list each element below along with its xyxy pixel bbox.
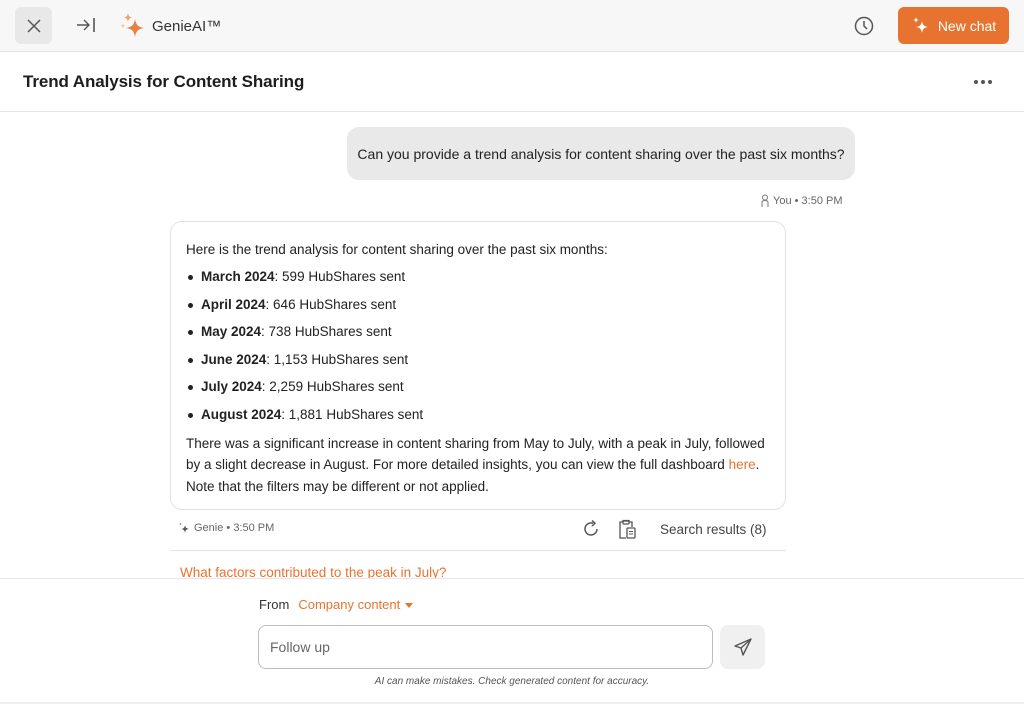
dashboard-link[interactable]: here: [729, 457, 756, 472]
monthly-shares-list: March 2024: 599 HubShares sent April 202…: [186, 267, 770, 425]
follow-up-input[interactable]: [258, 625, 713, 669]
assistant-message-meta: Genie • 3:50 PM: [178, 522, 274, 534]
brand-name: GenieAI™: [152, 17, 222, 35]
send-button[interactable]: [720, 625, 765, 669]
assistant-message-card: Here is the trend analysis for content s…: [170, 221, 786, 510]
sparkle-icon: [179, 522, 189, 533]
page-title: Trend Analysis for Content Sharing: [23, 72, 305, 91]
new-chat-button[interactable]: New chat: [898, 7, 1009, 44]
more-horizontal-icon: [974, 80, 978, 84]
list-item: August 2024: 1,881 HubShares sent: [186, 405, 770, 425]
new-chat-label: New chat: [937, 17, 997, 34]
assistant-summary: There was a significant increase in cont…: [186, 435, 765, 494]
list-item: April 2024: 646 HubShares sent: [186, 295, 770, 315]
clipboard-icon: [619, 519, 636, 539]
source-value: Company content: [298, 597, 401, 612]
divider: [170, 550, 786, 551]
more-options-button[interactable]: [970, 72, 996, 92]
list-item: May 2024: 738 HubShares sent: [186, 322, 770, 342]
conversation-header: Trend Analysis for Content Sharing: [0, 52, 1024, 112]
clock-icon: [854, 16, 874, 36]
user-icon: [761, 194, 769, 207]
search-results-button[interactable]: Search results (8): [660, 522, 767, 537]
caret-down-icon: [405, 602, 414, 608]
sparkle-icon: [120, 13, 144, 37]
history-button[interactable]: [852, 14, 876, 38]
collapse-panel-icon: [77, 18, 95, 32]
assistant-meta-text: Genie • 3:50 PM: [194, 522, 275, 534]
send-icon: [733, 638, 752, 656]
ai-disclaimer: AI can make mistakes. Check generated co…: [374, 676, 650, 687]
message-actions: Search results (8): [580, 518, 767, 540]
list-item: July 2024: 2,259 HubShares sent: [186, 377, 770, 397]
assistant-intro: Here is the trend analysis for content s…: [186, 242, 608, 257]
suggested-question[interactable]: What factors contributed to the peak in …: [180, 565, 446, 578]
sparkle-icon: [912, 16, 928, 33]
user-message-text: Can you provide a trend analysis for con…: [357, 145, 845, 162]
user-meta-text: You • 3:50 PM: [773, 195, 843, 207]
user-message-meta: You • 3:50 PM: [760, 194, 843, 208]
list-item: June 2024: 1,153 HubShares sent: [186, 350, 770, 370]
copy-button[interactable]: [616, 518, 638, 540]
close-button[interactable]: [15, 7, 52, 44]
from-label: From: [259, 597, 290, 612]
composer: From Company content AI can make mistake…: [0, 578, 1024, 704]
list-item: March 2024: 599 HubShares sent: [186, 267, 770, 287]
top-bar: GenieAI™ New chat: [0, 0, 1024, 52]
source-row: From Company content: [259, 597, 414, 612]
chat-thread[interactable]: Can you provide a trend analysis for con…: [0, 113, 1024, 578]
collapse-panel-button[interactable]: [74, 13, 98, 37]
regenerate-button[interactable]: [580, 518, 602, 540]
close-icon: [26, 18, 41, 33]
user-message-bubble: Can you provide a trend analysis for con…: [347, 127, 855, 180]
brand-logo: GenieAI™: [118, 11, 221, 41]
source-dropdown[interactable]: Company content: [298, 597, 414, 612]
refresh-icon: [584, 519, 598, 536]
